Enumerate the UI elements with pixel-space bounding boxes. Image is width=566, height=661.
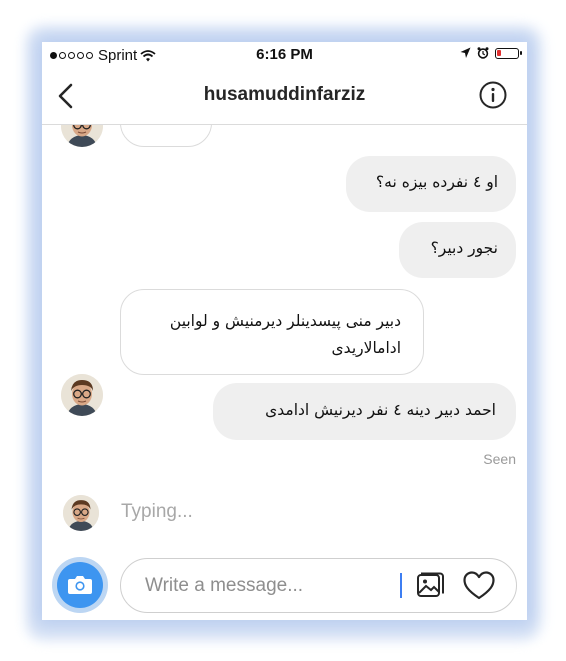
battery-low-icon [495,47,522,59]
message-bubble-outgoing: نجور دبير؟ [399,222,516,278]
phone-screen: Sprint 6:16 PM husamuddinfarziz او ٤ نفر… [42,42,527,620]
avatar [61,125,103,147]
status-time: 6:16 PM [256,46,313,63]
message-bubble-incoming: دبير منى پيسدينلر ديرمنيش و لوابين اداما… [120,289,424,375]
message-input[interactable] [143,573,387,599]
message-bubble-outgoing: احمد دبير دينه ٤ نفر ديرنيش ادامدى [213,383,516,440]
typing-indicator: Typing... [121,501,193,522]
avatar [63,495,99,531]
message-input-container [120,558,517,613]
avatar [61,374,103,416]
text-cursor [400,573,402,598]
message-composer [42,555,527,620]
seen-label: Seen [483,451,516,467]
message-bubble-incoming: ... [120,125,212,147]
camera-button[interactable] [52,557,108,613]
message-list[interactable]: ... او ٤ نفرده بيزه نه؟ نجور دبير؟ دبير … [42,125,527,555]
location-arrow-icon [460,47,471,58]
conversation-title[interactable]: husamuddinfarziz [42,84,527,106]
message-bubble-outgoing: او ٤ نفرده بيزه نه؟ [346,156,516,212]
status-bar: Sprint 6:16 PM [42,42,527,68]
conversation-header: husamuddinfarziz [42,68,527,125]
alarm-icon [477,47,489,59]
gallery-icon[interactable] [416,571,444,599]
heart-icon[interactable] [463,571,495,601]
status-right [460,47,522,59]
camera-icon [68,576,92,594]
info-icon[interactable] [479,81,507,109]
